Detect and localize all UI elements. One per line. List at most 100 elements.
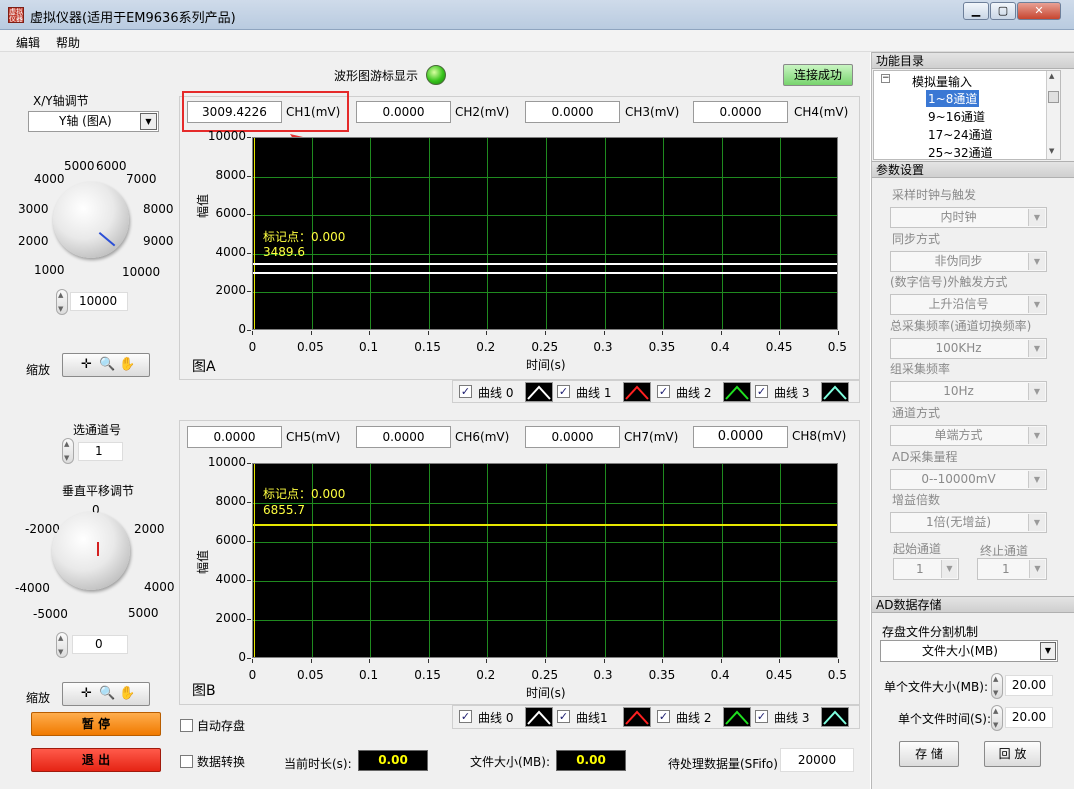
tree-item-ch25-32[interactable]: 25~32通道 — [928, 144, 993, 161]
channel-value[interactable]: 1 — [78, 442, 123, 461]
exit-button[interactable]: 退 出 — [31, 748, 161, 772]
end-channel-select[interactable]: 1 ▼ — [977, 558, 1047, 580]
chevron-down-icon[interactable]: ▼ — [1028, 209, 1045, 226]
chevron-down-icon[interactable]: ▼ — [1028, 296, 1045, 314]
tree-root[interactable]: 模拟量输入 — [912, 73, 972, 90]
param-select[interactable]: 单端方式 ▼ — [890, 425, 1047, 446]
title-bar: 虚拟仪器 虚拟仪器(适用于EM9636系列产品) ▁ ▢ ✕ — [0, 0, 1074, 30]
legend-checkbox[interactable]: ✓ — [657, 385, 670, 398]
param-select[interactable]: 非伪同步 ▼ — [890, 250, 1047, 272]
channel-stepper[interactable] — [62, 438, 74, 464]
connect-status-button[interactable]: 连接成功 — [783, 64, 853, 86]
param-select[interactable]: 10Hz ▼ — [890, 381, 1047, 403]
legend-checkbox[interactable]: ✓ — [755, 710, 768, 723]
y-tick-mark — [247, 658, 251, 659]
split-select[interactable]: 文件大小(MB) ▼ — [880, 640, 1058, 662]
zoom-crosshair-icon[interactable]: ✛ — [81, 686, 92, 701]
file-size-stepper[interactable] — [991, 673, 1003, 699]
chevron-down-icon[interactable]: ▼ — [1040, 642, 1056, 660]
x-tick-label: 0.4 — [710, 668, 730, 682]
ch3-value[interactable]: 0.0000 — [525, 101, 620, 123]
legend-curve-swatch[interactable] — [723, 707, 751, 727]
file-size-value[interactable]: 20.00 — [1005, 675, 1053, 696]
file-time-value[interactable]: 20.00 — [1005, 707, 1053, 728]
legend-checkbox[interactable]: ✓ — [459, 385, 472, 398]
store-button[interactable]: 存 储 — [899, 741, 959, 767]
replay-button[interactable]: 回 放 — [984, 741, 1041, 767]
pan-hand-icon[interactable]: ✋ — [119, 686, 135, 701]
close-button[interactable]: ✕ — [1017, 2, 1061, 20]
ch7-value[interactable]: 0.0000 — [525, 426, 620, 448]
chevron-down-icon[interactable]: ▼ — [1028, 383, 1045, 401]
minimize-button[interactable]: ▁ — [963, 2, 989, 20]
range-knob[interactable] — [53, 182, 129, 258]
param-select[interactable]: 100KHz ▼ — [890, 337, 1047, 359]
scroll-thumb[interactable] — [1048, 91, 1059, 103]
x-tick-mark — [486, 331, 488, 335]
offset-knob[interactable] — [52, 512, 130, 590]
tree-item-ch1-8[interactable]: 1~8通道 — [926, 90, 980, 107]
pan-hand-icon[interactable]: ✋ — [119, 357, 135, 372]
menu-edit[interactable]: 编辑 — [16, 34, 40, 51]
chevron-down-icon[interactable]: ▼ — [1028, 252, 1045, 270]
tree-item-ch9-16[interactable]: 9~16通道 — [928, 108, 985, 125]
axis-select[interactable]: Y轴 (图A) ▼ — [28, 111, 159, 132]
offset-stepper[interactable] — [56, 632, 68, 658]
legend-curve-swatch[interactable] — [623, 382, 651, 402]
zoom-magnifier-icon[interactable]: 🔍 — [99, 686, 115, 701]
cursor-display-led[interactable] — [426, 65, 446, 85]
x-tick-label: 0.05 — [297, 668, 324, 682]
chevron-down-icon[interactable]: ▼ — [1028, 339, 1045, 357]
maximize-button[interactable]: ▢ — [990, 2, 1016, 20]
auto-save-checkbox[interactable] — [180, 719, 193, 732]
chevron-down-icon[interactable]: ▼ — [1029, 560, 1045, 578]
zoom-magnifier-icon[interactable]: 🔍 — [99, 357, 115, 372]
scroll-down-icon[interactable]: ▼ — [1049, 147, 1054, 155]
legend-checkbox[interactable]: ✓ — [557, 385, 570, 398]
scroll-up-icon[interactable]: ▲ — [1049, 72, 1054, 80]
chevron-down-icon[interactable]: ▼ — [941, 560, 957, 578]
file-time-stepper[interactable] — [991, 705, 1003, 731]
graph-a-plot[interactable]: 标记点：0.000 3489.6 — [252, 137, 838, 330]
tree-collapse-icon[interactable]: − — [881, 74, 890, 83]
legend-curve-swatch[interactable] — [623, 707, 651, 727]
legend-checkbox[interactable]: ✓ — [657, 710, 670, 723]
y-tick-label: 8000 — [215, 494, 246, 508]
ch6-label: CH6(mV) — [455, 430, 510, 444]
ch6-value[interactable]: 0.0000 — [356, 426, 451, 448]
legend-checkbox[interactable]: ✓ — [755, 385, 768, 398]
ch8-value[interactable]: 0.0000 — [693, 426, 788, 448]
param-select[interactable]: 0--10000mV ▼ — [890, 468, 1047, 490]
range-value[interactable]: 10000 — [70, 292, 128, 311]
ch2-value[interactable]: 0.0000 — [356, 101, 451, 123]
legend-curve-swatch[interactable] — [821, 707, 849, 727]
offset-value[interactable]: 0 — [72, 635, 128, 654]
legend-checkbox[interactable]: ✓ — [557, 710, 570, 723]
param-select[interactable]: 上升沿信号 ▼ — [890, 294, 1047, 316]
graph-b-plot[interactable]: 标记点：0.000 6855.7 — [252, 463, 838, 658]
zoom-crosshair-icon[interactable]: ✛ — [81, 357, 92, 372]
param-select[interactable]: 1倍(无增益) ▼ — [890, 512, 1047, 534]
legend-curve-swatch[interactable] — [525, 382, 553, 402]
menu-help[interactable]: 帮助 — [56, 34, 80, 51]
param-label: 采样时钟与触发 — [892, 188, 977, 202]
data-convert-checkbox[interactable] — [180, 755, 193, 768]
legend-curve-swatch[interactable] — [525, 707, 553, 727]
start-channel-select[interactable]: 1 ▼ — [893, 558, 959, 580]
pause-button[interactable]: 暂 停 — [31, 712, 161, 736]
chevron-down-icon[interactable]: ▼ — [1028, 427, 1045, 444]
tree-scrollbar[interactable]: ▲ ▼ — [1046, 71, 1060, 159]
legend-curve-swatch[interactable] — [723, 382, 751, 402]
ch4-value[interactable]: 0.0000 — [693, 101, 788, 123]
ch5-value[interactable]: 0.0000 — [187, 426, 282, 448]
chevron-down-icon[interactable]: ▼ — [140, 113, 157, 130]
legend-checkbox[interactable]: ✓ — [459, 710, 472, 723]
chevron-down-icon[interactable]: ▼ — [1028, 514, 1045, 532]
x-tick-mark — [779, 659, 781, 663]
range-stepper[interactable] — [56, 289, 68, 315]
legend-curve-swatch[interactable] — [821, 382, 849, 402]
param-select[interactable]: 内时钟 ▼ — [890, 207, 1047, 228]
chevron-down-icon[interactable]: ▼ — [1028, 470, 1045, 488]
y-tick-label: 0 — [238, 650, 246, 664]
tree-item-ch17-24[interactable]: 17~24通道 — [928, 126, 993, 143]
